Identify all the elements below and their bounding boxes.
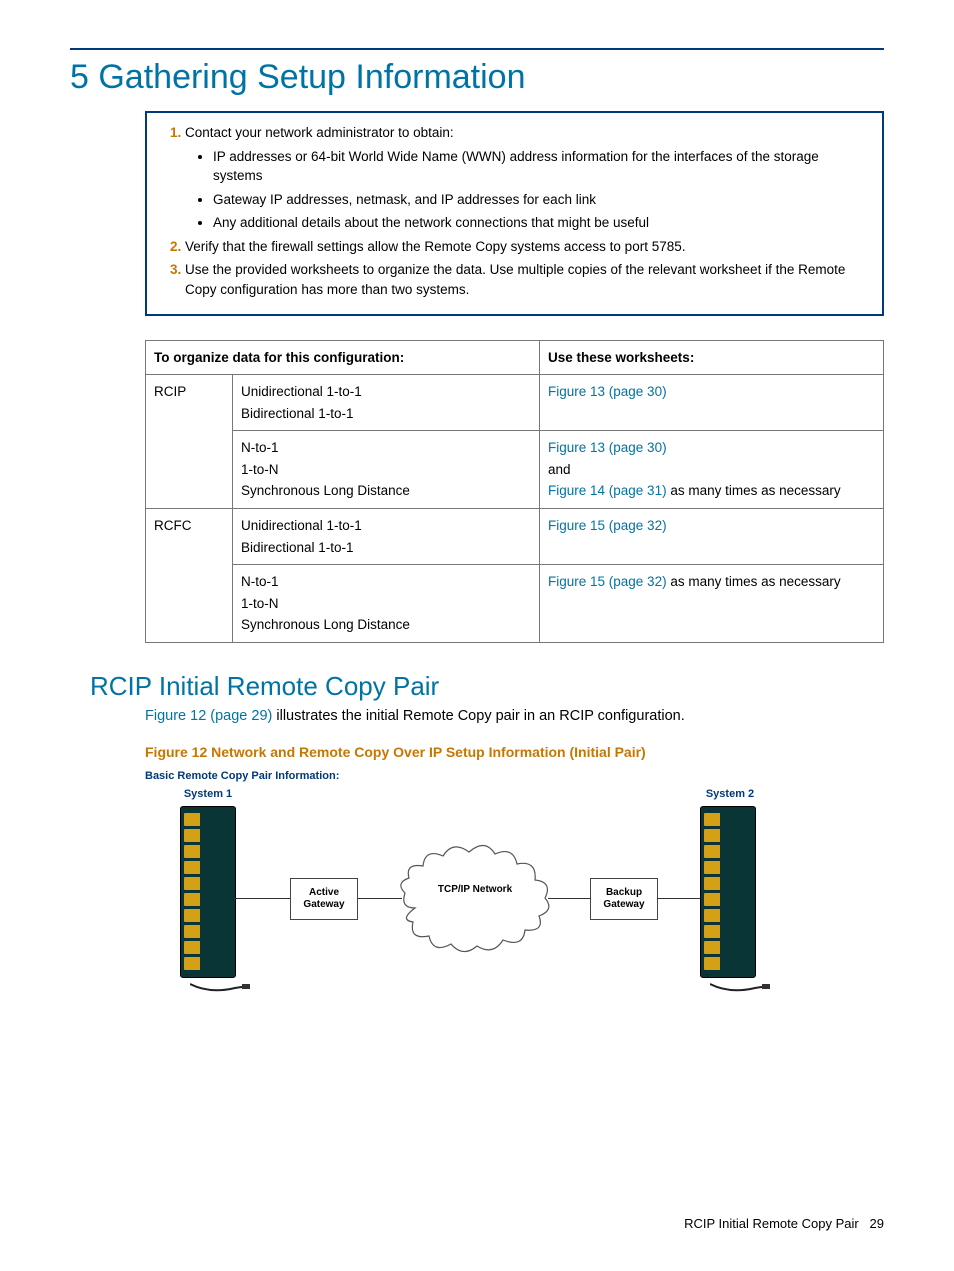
- footer-page-number: 29: [870, 1216, 884, 1231]
- network-diagram: System 1 System 2: [160, 788, 780, 1008]
- cell-protocol: RCIP: [146, 375, 233, 509]
- section-body: Figure 12 (page 29) illustrates the init…: [145, 706, 884, 726]
- figure-caption: Figure 12 Network and Remote Copy Over I…: [145, 744, 884, 760]
- figure-link[interactable]: Figure 13 (page 30): [548, 384, 667, 399]
- table-header-config: To organize data for this configuration:: [146, 340, 540, 375]
- cell-text: as many times as necessary: [667, 574, 841, 589]
- instructions-box: Contact your network administrator to ob…: [145, 111, 884, 316]
- figure-link[interactable]: Figure 15 (page 32): [548, 574, 667, 589]
- cell-config-type: Synchronous Long Distance: [241, 617, 410, 632]
- section-body-text: illustrates the initial Remote Copy pair…: [272, 708, 684, 724]
- worksheet-table: To organize data for this configuration:…: [145, 340, 884, 644]
- section-title: RCIP Initial Remote Copy Pair: [90, 671, 884, 702]
- instruction-item-3: Use the provided worksheets to organize …: [185, 260, 870, 299]
- backup-gateway-label: Backup Gateway: [591, 887, 657, 911]
- cell-text: as many times as necessary: [667, 483, 841, 498]
- system-2-label: System 2: [690, 788, 770, 800]
- figure-link[interactable]: Figure 15 (page 32): [548, 518, 667, 533]
- top-rule: [70, 48, 884, 50]
- instruction-1-bullet: IP addresses or 64-bit World Wide Name (…: [213, 147, 870, 186]
- connection-line: [234, 898, 290, 899]
- table-row: RCIP Unidirectional 1-to-1 Bidirectional…: [146, 375, 884, 431]
- system-1-label: System 1: [168, 788, 248, 800]
- cell-config-type: Unidirectional 1-to-1: [241, 518, 362, 533]
- cloud-label: TCP/IP Network: [430, 884, 520, 896]
- page-footer: RCIP Initial Remote Copy Pair 29: [684, 1216, 884, 1231]
- table-row: N-to-1 1-to-N Synchronous Long Distance …: [146, 565, 884, 643]
- system-1-rack-icon: [180, 806, 234, 986]
- cell-config-type: N-to-1: [241, 440, 279, 455]
- cell-config-type: N-to-1: [241, 574, 279, 589]
- figure-link[interactable]: Figure 13 (page 30): [548, 440, 667, 455]
- instruction-1-bullet: Gateway IP addresses, netmask, and IP ad…: [213, 190, 870, 210]
- instruction-item-2: Verify that the firewall settings allow …: [185, 237, 870, 257]
- page-title: 5 Gathering Setup Information: [70, 58, 884, 97]
- cloud-icon: [395, 838, 555, 958]
- instruction-1-bullet: Any additional details about the network…: [213, 213, 870, 233]
- connection-line: [656, 898, 700, 899]
- table-row: RCFC Unidirectional 1-to-1 Bidirectional…: [146, 509, 884, 565]
- cell-config-type: Bidirectional 1-to-1: [241, 406, 354, 421]
- figure-link[interactable]: Figure 12 (page 29): [145, 708, 272, 724]
- cell-text: and: [548, 462, 571, 477]
- cell-config-type: 1-to-N: [241, 462, 279, 477]
- active-gateway-box: Active Gateway: [290, 878, 358, 920]
- system-2-rack-icon: [700, 806, 754, 986]
- cell-config-type: 1-to-N: [241, 596, 279, 611]
- instruction-item-1: Contact your network administrator to ob…: [185, 123, 870, 233]
- cell-config-type: Unidirectional 1-to-1: [241, 384, 362, 399]
- table-row: N-to-1 1-to-N Synchronous Long Distance …: [146, 431, 884, 509]
- cell-protocol: RCFC: [146, 509, 233, 643]
- backup-gateway-box: Backup Gateway: [590, 878, 658, 920]
- cell-config-type: Bidirectional 1-to-1: [241, 540, 354, 555]
- table-header-worksheets: Use these worksheets:: [540, 340, 884, 375]
- diagram-subcaption: Basic Remote Copy Pair Information:: [145, 770, 884, 782]
- active-gateway-label: Active Gateway: [291, 887, 357, 911]
- cell-config-type: Synchronous Long Distance: [241, 483, 410, 498]
- figure-link[interactable]: Figure 14 (page 31): [548, 483, 667, 498]
- footer-section: RCIP Initial Remote Copy Pair: [684, 1216, 859, 1231]
- instruction-1-lead: Contact your network administrator to ob…: [185, 125, 454, 140]
